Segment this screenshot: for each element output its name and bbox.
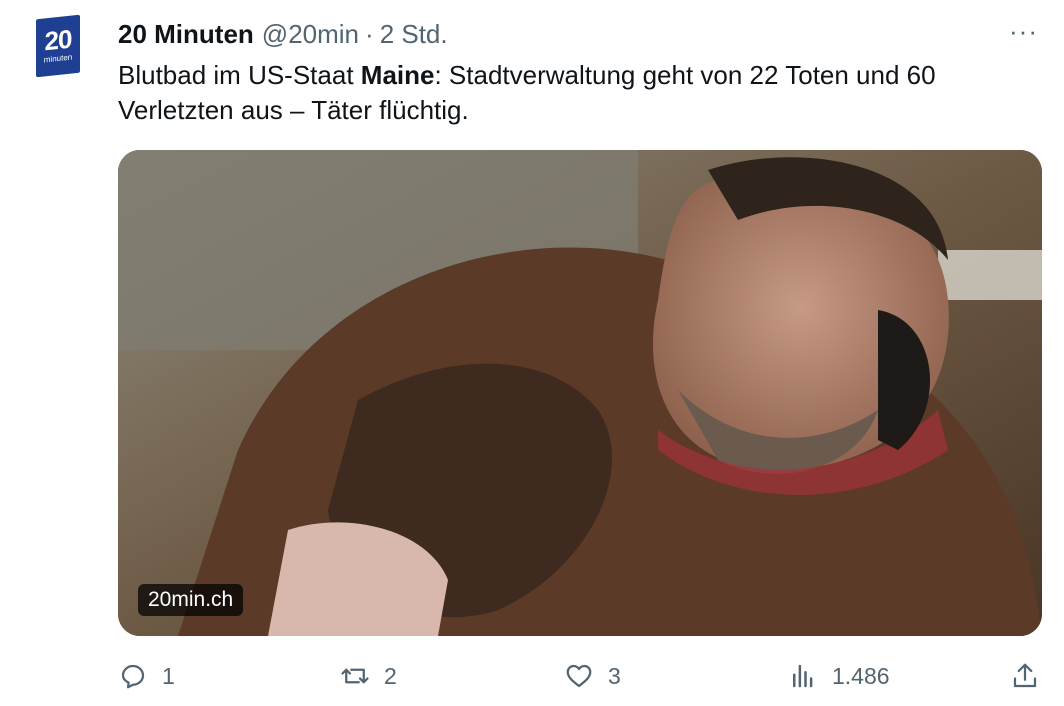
tweet-text-bold[interactable]: Maine xyxy=(361,60,435,90)
author-handle[interactable]: @20min xyxy=(262,19,359,50)
avatar[interactable]: 20 minuten xyxy=(30,14,86,78)
author-name[interactable]: 20 Minuten xyxy=(118,19,254,50)
logo-number: 20 xyxy=(44,23,72,57)
retweet-count: 2 xyxy=(384,662,397,689)
photo-illustration xyxy=(118,150,1042,636)
tweet-media-image[interactable]: 20min.ch xyxy=(118,150,1042,636)
analytics-icon xyxy=(793,664,813,688)
brand-logo: 20 minuten xyxy=(36,14,80,78)
reply-count: 1 xyxy=(162,662,175,689)
retweet-icon xyxy=(341,668,369,684)
views-button[interactable]: 1.486 xyxy=(788,652,890,700)
tweet-header: 20 Minuten @20min · 2 Std. xyxy=(118,16,448,52)
like-count: 3 xyxy=(608,662,621,689)
heart-icon xyxy=(566,664,592,688)
reply-button[interactable]: 1 xyxy=(118,652,175,700)
separator-dot: · xyxy=(365,18,374,49)
timestamp[interactable]: 2 Std. xyxy=(380,19,448,50)
share-button[interactable] xyxy=(1010,652,1054,700)
more-options-icon[interactable]: ··· xyxy=(1009,16,1038,47)
retweet-button[interactable]: 2 xyxy=(340,652,397,700)
tweet-actions-bar: 1 2 3 1.486 xyxy=(0,652,1064,700)
media-source-badge: 20min.ch xyxy=(138,584,244,616)
logo-word: minuten xyxy=(43,52,73,65)
reply-icon xyxy=(121,664,145,689)
like-button[interactable]: 3 xyxy=(564,652,621,700)
tweet-text-part1: Blutbad im US-Staat xyxy=(118,60,361,90)
views-count: 1.486 xyxy=(832,662,890,689)
share-icon xyxy=(1013,663,1037,688)
tweet-text: Blutbad im US-Staat Maine: Stadtverwaltu… xyxy=(118,58,1018,128)
